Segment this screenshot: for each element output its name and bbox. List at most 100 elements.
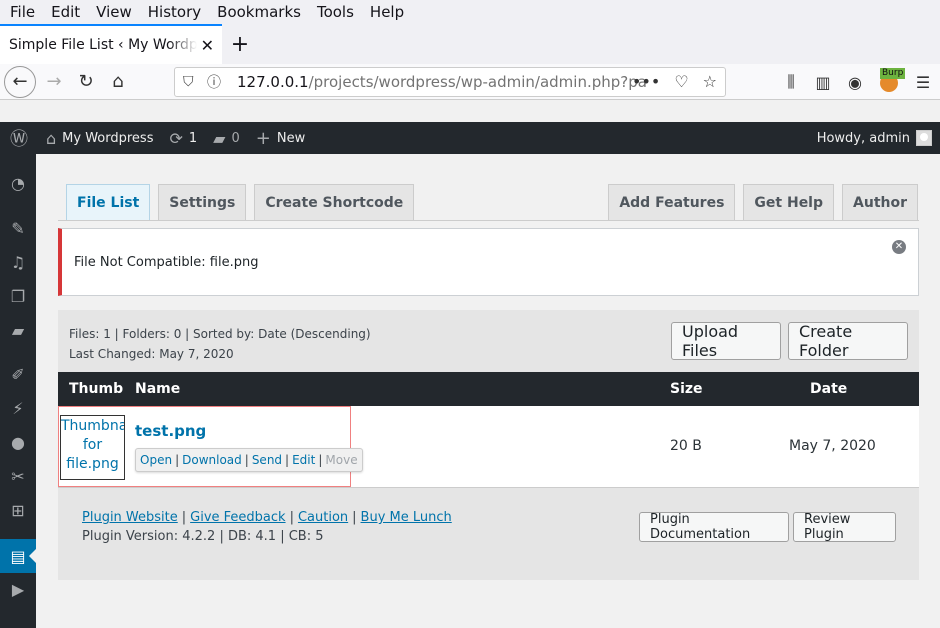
plugin-website-link[interactable]: Plugin Website: [82, 510, 178, 525]
account-menu[interactable]: Howdy, admin: [817, 122, 932, 154]
create-folder-button[interactable]: Create Folder: [788, 322, 908, 360]
tab-get-help[interactable]: Get Help: [743, 184, 835, 220]
file-name-link[interactable]: test.png: [135, 422, 206, 440]
list-meta: Files: 1 | Folders: 0 | Sorted by: Date …: [69, 324, 371, 364]
account-icon[interactable]: ◉: [844, 66, 866, 98]
file-actions: Open | Download | Send | Edit | Move: [135, 448, 363, 472]
burp-extension-icon[interactable]: Burp: [876, 66, 906, 98]
menu-view[interactable]: View: [88, 3, 140, 21]
forward-arrow-icon[interactable]: →: [38, 66, 70, 98]
collapse-menu-icon[interactable]: ▶: [0, 572, 36, 606]
review-plugin-button[interactable]: Review Plugin: [793, 512, 896, 542]
wp-side-menu: ◔ ✎ ♫ ❐ ▰ ✐ ⚡ ● ✂ ⊞ ▤ ▶: [0, 154, 36, 628]
last-changed: Last Changed: May 7, 2020: [69, 347, 234, 361]
hamburger-menu-icon[interactable]: ☰: [912, 66, 934, 98]
plugins-icon[interactable]: ⚡: [0, 391, 36, 425]
menu-history[interactable]: History: [140, 3, 209, 21]
tab-create-shortcode[interactable]: Create Shortcode: [254, 184, 415, 220]
new-content-link[interactable]: + New: [248, 122, 313, 154]
appearance-brush-icon[interactable]: ✐: [0, 357, 36, 391]
updates-icon: ⟳: [169, 128, 183, 148]
updates-link[interactable]: ⟳ 1: [161, 122, 205, 154]
col-thumb[interactable]: Thumb: [69, 381, 123, 397]
comments-count: 0: [231, 130, 240, 146]
tab-divider: [58, 220, 919, 221]
browser-tab[interactable]: Simple File List ‹ My Wordpress — WordPr…: [0, 24, 222, 64]
plus-icon: +: [255, 127, 271, 149]
sidebar-icon[interactable]: ▥: [812, 66, 834, 98]
action-download[interactable]: Download: [182, 453, 242, 467]
tab-file-list[interactable]: File List: [66, 184, 151, 221]
users-icon[interactable]: ●: [0, 425, 36, 459]
footer-links: Plugin Website | Give Feedback | Caution | Buy…: [82, 510, 452, 525]
menu-help[interactable]: Help: [362, 3, 412, 21]
home-icon: ⌂: [46, 128, 57, 148]
url-text[interactable]: 127.0.0.1/projects/wordpress/wp-admin/ad…: [237, 73, 647, 91]
pages-icon[interactable]: ❐: [0, 279, 36, 313]
table-header: Thumb Name Size Date: [58, 372, 919, 406]
tab-add-features[interactable]: Add Features: [608, 184, 736, 220]
plugin-tabs-left: File List Settings Create Shortcode: [66, 184, 422, 221]
home-icon[interactable]: ⌂: [102, 66, 134, 98]
table-row: Thumbnail for file.png test.png Open| Do…: [58, 406, 919, 488]
new-tab-icon[interactable]: +: [222, 24, 258, 64]
comments-link[interactable]: ▰ 0: [205, 122, 248, 154]
action-open[interactable]: Open: [140, 453, 172, 467]
settings-icon[interactable]: ⊞: [0, 493, 36, 527]
wordpress-logo-icon[interactable]: Ⓦ: [0, 122, 38, 154]
tab-author[interactable]: Author: [842, 184, 918, 220]
wp-admin-bar: Ⓦ ⌂ My Wordpress ⟳ 1 ▰ 0 + New Howdy, ad…: [0, 122, 940, 154]
comments-icon[interactable]: ▰: [0, 313, 36, 347]
dashboard-icon[interactable]: ◔: [0, 166, 36, 200]
error-notice: File Not Compatible: file.png ✕: [58, 228, 919, 296]
action-send[interactable]: Send: [252, 453, 282, 467]
file-table: Thumb Name Size Date Thumbnail for file.…: [58, 372, 919, 488]
page-actions-icon[interactable]: •••: [632, 72, 660, 91]
list-summary: Files: 1 | Folders: 0 | Sorted by: Date …: [69, 327, 371, 341]
col-date[interactable]: Date: [810, 381, 847, 397]
file-list-panel: Files: 1 | Folders: 0 | Sorted by: Date …: [58, 310, 919, 580]
close-tab-icon[interactable]: ✕: [201, 36, 214, 55]
tab-settings[interactable]: Settings: [158, 184, 247, 220]
library-icon[interactable]: ⫼: [780, 66, 802, 98]
back-arrow-icon[interactable]: ←: [4, 65, 36, 98]
plugin-version: Plugin Version: 4.2.2 | DB: 4.1 | CB: 5: [82, 529, 324, 544]
dismiss-icon[interactable]: ✕: [892, 240, 906, 254]
media-icon[interactable]: ♫: [0, 245, 36, 279]
col-size[interactable]: Size: [670, 381, 703, 397]
give-feedback-link[interactable]: Give Feedback: [190, 510, 285, 525]
address-bar[interactable]: ⛉ ⓘ 127.0.0.1/projects/wordpress/wp-admi…: [174, 67, 726, 97]
file-size: 20 B: [670, 438, 702, 454]
url-host: 127.0.0.1: [237, 73, 309, 91]
menu-bookmarks[interactable]: Bookmarks: [209, 3, 309, 21]
updates-count: 1: [188, 130, 198, 146]
file-date: May 7, 2020: [789, 438, 876, 454]
file-thumbnail[interactable]: Thumbnail for file.png: [60, 415, 125, 480]
notice-message: File Not Compatible: file.png: [74, 254, 259, 270]
howdy-text: Howdy, admin: [816, 130, 910, 146]
menu-file[interactable]: File: [2, 3, 43, 21]
buy-me-lunch-link[interactable]: Buy Me Lunch: [361, 510, 452, 525]
col-name[interactable]: Name: [135, 381, 180, 397]
browser-tab-title: Simple File List ‹ My Wordpress — WordPr…: [9, 37, 197, 53]
burp-label: Burp: [880, 68, 906, 79]
bookmark-star-icon[interactable]: ☆: [703, 72, 717, 91]
browser-tabstrip: Simple File List ‹ My Wordpress — WordPr…: [0, 24, 940, 64]
menu-edit[interactable]: Edit: [43, 3, 88, 21]
file-list-icon[interactable]: ▤: [0, 539, 36, 573]
new-label: New: [276, 130, 306, 146]
upload-files-button[interactable]: Upload Files: [671, 322, 781, 360]
info-icon[interactable]: ⓘ: [207, 72, 231, 92]
browser-navbar: ← → ↻ ⌂ ⛉ ⓘ 127.0.0.1/projects/wordpress…: [0, 64, 940, 100]
site-name-link[interactable]: ⌂ My Wordpress: [38, 122, 161, 154]
caution-link[interactable]: Caution: [298, 510, 348, 525]
plugin-documentation-button[interactable]: Plugin Documentation: [639, 512, 789, 542]
shield-icon[interactable]: ⛉: [183, 74, 207, 90]
reload-icon[interactable]: ↻: [70, 66, 102, 98]
pocket-icon[interactable]: ♡: [674, 72, 688, 91]
posts-pin-icon[interactable]: ✎: [0, 211, 36, 245]
action-move[interactable]: Move: [325, 453, 357, 467]
menu-tools[interactable]: Tools: [309, 3, 362, 21]
tools-wrench-icon[interactable]: ✂: [0, 459, 36, 493]
action-edit[interactable]: Edit: [292, 453, 315, 467]
